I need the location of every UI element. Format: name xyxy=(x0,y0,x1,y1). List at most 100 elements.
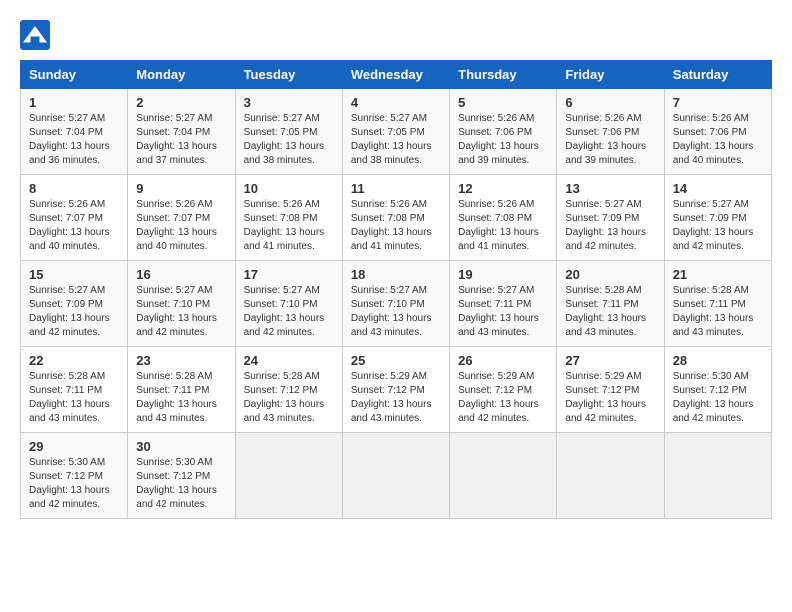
day-number: 11 xyxy=(351,181,441,196)
day-number: 2 xyxy=(136,95,226,110)
day-info: Sunrise: 5:28 AMSunset: 7:11 PMDaylight:… xyxy=(673,284,763,340)
day-number: 6 xyxy=(565,95,655,110)
calendar-cell: 16 Sunrise: 5:27 AMSunset: 7:10 PMDaylig… xyxy=(128,261,235,347)
calendar-cell: 8 Sunrise: 5:26 AMSunset: 7:07 PMDayligh… xyxy=(21,175,128,261)
day-info: Sunrise: 5:26 AMSunset: 7:07 PMDaylight:… xyxy=(29,198,119,254)
calendar-week-3: 15 Sunrise: 5:27 AMSunset: 7:09 PMDaylig… xyxy=(21,261,772,347)
calendar-cell: 23 Sunrise: 5:28 AMSunset: 7:11 PMDaylig… xyxy=(128,347,235,433)
day-info: Sunrise: 5:27 AMSunset: 7:04 PMDaylight:… xyxy=(29,112,119,168)
day-number: 16 xyxy=(136,267,226,282)
calendar-cell: 25 Sunrise: 5:29 AMSunset: 7:12 PMDaylig… xyxy=(342,347,449,433)
header-saturday: Saturday xyxy=(664,61,771,89)
day-number: 24 xyxy=(244,353,334,368)
calendar-week-5: 29 Sunrise: 5:30 AMSunset: 7:12 PMDaylig… xyxy=(21,433,772,519)
calendar-cell: 6 Sunrise: 5:26 AMSunset: 7:06 PMDayligh… xyxy=(557,89,664,175)
day-number: 30 xyxy=(136,439,226,454)
calendar-cell: 5 Sunrise: 5:26 AMSunset: 7:06 PMDayligh… xyxy=(450,89,557,175)
calendar-cell: 20 Sunrise: 5:28 AMSunset: 7:11 PMDaylig… xyxy=(557,261,664,347)
calendar-cell: 27 Sunrise: 5:29 AMSunset: 7:12 PMDaylig… xyxy=(557,347,664,433)
day-info: Sunrise: 5:29 AMSunset: 7:12 PMDaylight:… xyxy=(351,370,441,426)
day-info: Sunrise: 5:30 AMSunset: 7:12 PMDaylight:… xyxy=(673,370,763,426)
calendar-cell: 13 Sunrise: 5:27 AMSunset: 7:09 PMDaylig… xyxy=(557,175,664,261)
calendar-week-4: 22 Sunrise: 5:28 AMSunset: 7:11 PMDaylig… xyxy=(21,347,772,433)
day-number: 29 xyxy=(29,439,119,454)
calendar-cell: 14 Sunrise: 5:27 AMSunset: 7:09 PMDaylig… xyxy=(664,175,771,261)
day-number: 9 xyxy=(136,181,226,196)
day-info: Sunrise: 5:28 AMSunset: 7:11 PMDaylight:… xyxy=(29,370,119,426)
day-number: 13 xyxy=(565,181,655,196)
calendar-cell: 22 Sunrise: 5:28 AMSunset: 7:11 PMDaylig… xyxy=(21,347,128,433)
calendar-cell: 7 Sunrise: 5:26 AMSunset: 7:06 PMDayligh… xyxy=(664,89,771,175)
day-info: Sunrise: 5:26 AMSunset: 7:06 PMDaylight:… xyxy=(565,112,655,168)
header-wednesday: Wednesday xyxy=(342,61,449,89)
day-info: Sunrise: 5:26 AMSunset: 7:07 PMDaylight:… xyxy=(136,198,226,254)
calendar-cell: 19 Sunrise: 5:27 AMSunset: 7:11 PMDaylig… xyxy=(450,261,557,347)
day-info: Sunrise: 5:29 AMSunset: 7:12 PMDaylight:… xyxy=(565,370,655,426)
day-number: 14 xyxy=(673,181,763,196)
day-number: 3 xyxy=(244,95,334,110)
calendar-cell: 17 Sunrise: 5:27 AMSunset: 7:10 PMDaylig… xyxy=(235,261,342,347)
calendar-cell xyxy=(664,433,771,519)
calendar-cell: 12 Sunrise: 5:26 AMSunset: 7:08 PMDaylig… xyxy=(450,175,557,261)
logo-icon xyxy=(20,20,50,50)
day-info: Sunrise: 5:27 AMSunset: 7:09 PMDaylight:… xyxy=(29,284,119,340)
header-monday: Monday xyxy=(128,61,235,89)
day-info: Sunrise: 5:27 AMSunset: 7:10 PMDaylight:… xyxy=(351,284,441,340)
day-number: 22 xyxy=(29,353,119,368)
day-number: 19 xyxy=(458,267,548,282)
day-info: Sunrise: 5:29 AMSunset: 7:12 PMDaylight:… xyxy=(458,370,548,426)
calendar-cell: 24 Sunrise: 5:28 AMSunset: 7:12 PMDaylig… xyxy=(235,347,342,433)
day-info: Sunrise: 5:26 AMSunset: 7:08 PMDaylight:… xyxy=(458,198,548,254)
calendar-table: SundayMondayTuesdayWednesdayThursdayFrid… xyxy=(20,60,772,519)
header-sunday: Sunday xyxy=(21,61,128,89)
day-number: 26 xyxy=(458,353,548,368)
day-number: 27 xyxy=(565,353,655,368)
day-info: Sunrise: 5:26 AMSunset: 7:06 PMDaylight:… xyxy=(673,112,763,168)
calendar-week-1: 1 Sunrise: 5:27 AMSunset: 7:04 PMDayligh… xyxy=(21,89,772,175)
header-thursday: Thursday xyxy=(450,61,557,89)
day-info: Sunrise: 5:26 AMSunset: 7:06 PMDaylight:… xyxy=(458,112,548,168)
day-info: Sunrise: 5:28 AMSunset: 7:12 PMDaylight:… xyxy=(244,370,334,426)
header-friday: Friday xyxy=(557,61,664,89)
calendar-cell: 10 Sunrise: 5:26 AMSunset: 7:08 PMDaylig… xyxy=(235,175,342,261)
day-number: 21 xyxy=(673,267,763,282)
day-number: 28 xyxy=(673,353,763,368)
calendar-cell: 15 Sunrise: 5:27 AMSunset: 7:09 PMDaylig… xyxy=(21,261,128,347)
day-info: Sunrise: 5:26 AMSunset: 7:08 PMDaylight:… xyxy=(351,198,441,254)
calendar-cell: 30 Sunrise: 5:30 AMSunset: 7:12 PMDaylig… xyxy=(128,433,235,519)
day-info: Sunrise: 5:27 AMSunset: 7:11 PMDaylight:… xyxy=(458,284,548,340)
calendar-header-row: SundayMondayTuesdayWednesdayThursdayFrid… xyxy=(21,61,772,89)
day-number: 7 xyxy=(673,95,763,110)
logo xyxy=(20,20,56,50)
calendar-cell: 3 Sunrise: 5:27 AMSunset: 7:05 PMDayligh… xyxy=(235,89,342,175)
calendar-cell: 18 Sunrise: 5:27 AMSunset: 7:10 PMDaylig… xyxy=(342,261,449,347)
day-number: 5 xyxy=(458,95,548,110)
day-info: Sunrise: 5:30 AMSunset: 7:12 PMDaylight:… xyxy=(29,456,119,512)
day-number: 20 xyxy=(565,267,655,282)
day-number: 18 xyxy=(351,267,441,282)
day-number: 4 xyxy=(351,95,441,110)
day-info: Sunrise: 5:26 AMSunset: 7:08 PMDaylight:… xyxy=(244,198,334,254)
calendar-cell: 29 Sunrise: 5:30 AMSunset: 7:12 PMDaylig… xyxy=(21,433,128,519)
calendar-cell xyxy=(235,433,342,519)
day-number: 12 xyxy=(458,181,548,196)
calendar-cell: 4 Sunrise: 5:27 AMSunset: 7:05 PMDayligh… xyxy=(342,89,449,175)
calendar-cell: 1 Sunrise: 5:27 AMSunset: 7:04 PMDayligh… xyxy=(21,89,128,175)
calendar-cell xyxy=(450,433,557,519)
day-info: Sunrise: 5:27 AMSunset: 7:10 PMDaylight:… xyxy=(136,284,226,340)
day-number: 23 xyxy=(136,353,226,368)
day-info: Sunrise: 5:27 AMSunset: 7:04 PMDaylight:… xyxy=(136,112,226,168)
day-info: Sunrise: 5:30 AMSunset: 7:12 PMDaylight:… xyxy=(136,456,226,512)
calendar-cell: 11 Sunrise: 5:26 AMSunset: 7:08 PMDaylig… xyxy=(342,175,449,261)
day-info: Sunrise: 5:27 AMSunset: 7:09 PMDaylight:… xyxy=(565,198,655,254)
day-number: 15 xyxy=(29,267,119,282)
calendar-cell xyxy=(342,433,449,519)
header xyxy=(20,20,772,50)
day-info: Sunrise: 5:27 AMSunset: 7:05 PMDaylight:… xyxy=(244,112,334,168)
calendar-cell: 28 Sunrise: 5:30 AMSunset: 7:12 PMDaylig… xyxy=(664,347,771,433)
calendar-cell: 2 Sunrise: 5:27 AMSunset: 7:04 PMDayligh… xyxy=(128,89,235,175)
calendar-week-2: 8 Sunrise: 5:26 AMSunset: 7:07 PMDayligh… xyxy=(21,175,772,261)
calendar-cell: 9 Sunrise: 5:26 AMSunset: 7:07 PMDayligh… xyxy=(128,175,235,261)
day-info: Sunrise: 5:28 AMSunset: 7:11 PMDaylight:… xyxy=(565,284,655,340)
day-number: 17 xyxy=(244,267,334,282)
